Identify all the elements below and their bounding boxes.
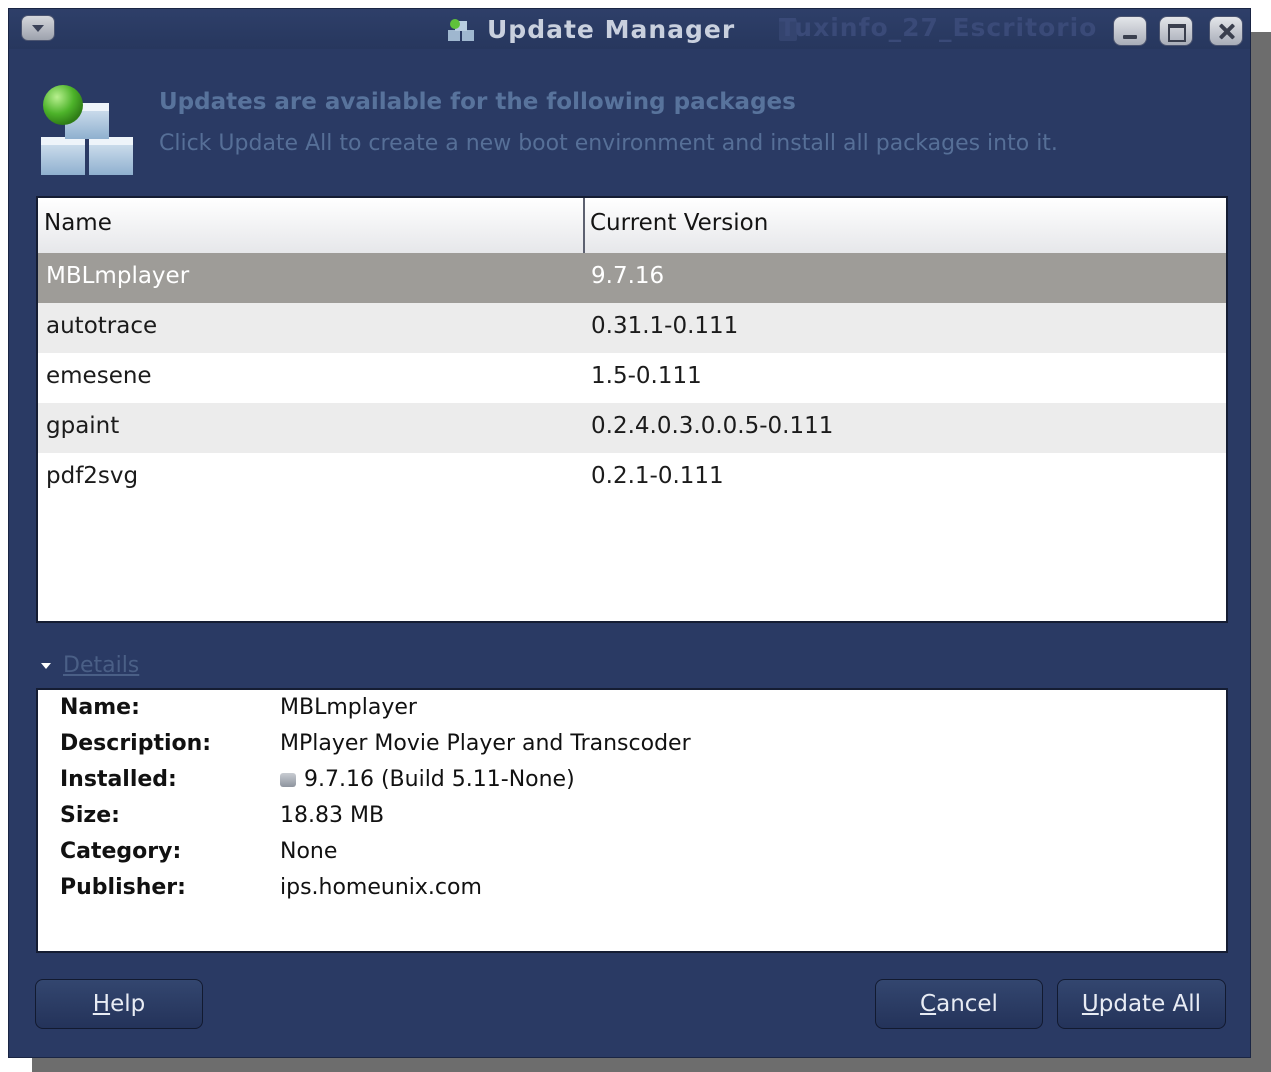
update-all-button[interactable]: Update All: [1057, 979, 1226, 1029]
details-label: Details: [63, 653, 140, 678]
column-separator[interactable]: [583, 198, 585, 253]
help-button[interactable]: Help: [35, 979, 203, 1029]
detail-label-installed: Installed:: [60, 767, 177, 792]
cancel-label-rest: ancel: [936, 991, 998, 1017]
package-version: 0.2.4.0.3.0.0.5-0.111: [591, 413, 834, 439]
detail-value-name: MBLmplayer: [280, 695, 417, 720]
detail-label-size: Size:: [60, 803, 120, 828]
update-all-label-rest: pdate All: [1098, 991, 1202, 1017]
table-row[interactable]: pdf2svg 0.2.1-0.111: [38, 453, 1226, 503]
table-row[interactable]: autotrace 0.31.1-0.111: [38, 303, 1226, 353]
installed-version: 9.7.16 (Build 5.11-None): [304, 767, 575, 792]
package-version: 9.7.16: [591, 263, 665, 289]
expander-arrow-icon: [41, 663, 51, 669]
detail-value-description: MPlayer Movie Player and Transcoder: [280, 731, 691, 756]
detail-value-size: 18.83 MB: [280, 803, 385, 828]
package-name: MBLmplayer: [46, 263, 190, 289]
cancel-mnemonic: C: [920, 991, 937, 1017]
window-menu-button[interactable]: [21, 15, 55, 41]
updates-subheading: Click Update All to create a new boot en…: [159, 131, 1058, 156]
column-header-version[interactable]: Current Version: [590, 210, 768, 236]
help-label-rest: elp: [110, 991, 146, 1017]
column-header-name[interactable]: Name: [44, 210, 112, 236]
package-icon: [448, 19, 474, 41]
close-button[interactable]: [1209, 16, 1243, 46]
detail-label-description: Description:: [60, 731, 212, 756]
cancel-button[interactable]: Cancel: [875, 979, 1043, 1029]
update-manager-window: Tuxinfo_27_Escritorio Update Manager Upd…: [8, 8, 1251, 1058]
detail-label-publisher: Publisher:: [60, 875, 186, 900]
detail-label-category: Category:: [60, 839, 182, 864]
package-version: 1.5-0.111: [591, 363, 702, 389]
table-row[interactable]: MBLmplayer 9.7.16: [38, 253, 1226, 303]
background-window-title: Tuxinfo_27_Escritorio: [779, 13, 1098, 42]
packages-icon: [41, 85, 133, 175]
details-expander[interactable]: Details: [41, 653, 139, 678]
minimize-button[interactable]: [1113, 16, 1147, 46]
package-version: 0.2.1-0.111: [591, 463, 724, 489]
table-row[interactable]: emesene 1.5-0.111: [38, 353, 1226, 403]
package-version: 0.31.1-0.111: [591, 313, 739, 339]
package-name: pdf2svg: [46, 463, 139, 489]
window-title: Update Manager: [487, 15, 736, 44]
maximize-button[interactable]: [1159, 16, 1193, 46]
title-bar[interactable]: Tuxinfo_27_Escritorio Update Manager: [9, 9, 1250, 49]
installed-disk-icon: [280, 773, 296, 787]
table-row[interactable]: gpaint 0.2.4.0.3.0.0.5-0.111: [38, 403, 1226, 453]
help-mnemonic: H: [92, 991, 111, 1017]
list-header: Name Current Version: [38, 198, 1226, 254]
package-name: emesene: [46, 363, 152, 389]
detail-value-category: None: [280, 839, 338, 864]
package-name: autotrace: [46, 313, 158, 339]
details-panel: Name: MBLmplayer Description: MPlayer Mo…: [36, 688, 1228, 953]
package-name: gpaint: [46, 413, 120, 439]
detail-value-publisher: ips.homeunix.com: [280, 875, 482, 900]
detail-value-installed: 9.7.16 (Build 5.11-None): [280, 767, 575, 792]
package-list[interactable]: Name Current Version MBLmplayer 9.7.16 a…: [36, 196, 1228, 623]
update-all-mnemonic: U: [1081, 991, 1099, 1017]
detail-label-name: Name:: [60, 695, 140, 720]
updates-heading: Updates are available for the following …: [159, 89, 796, 115]
